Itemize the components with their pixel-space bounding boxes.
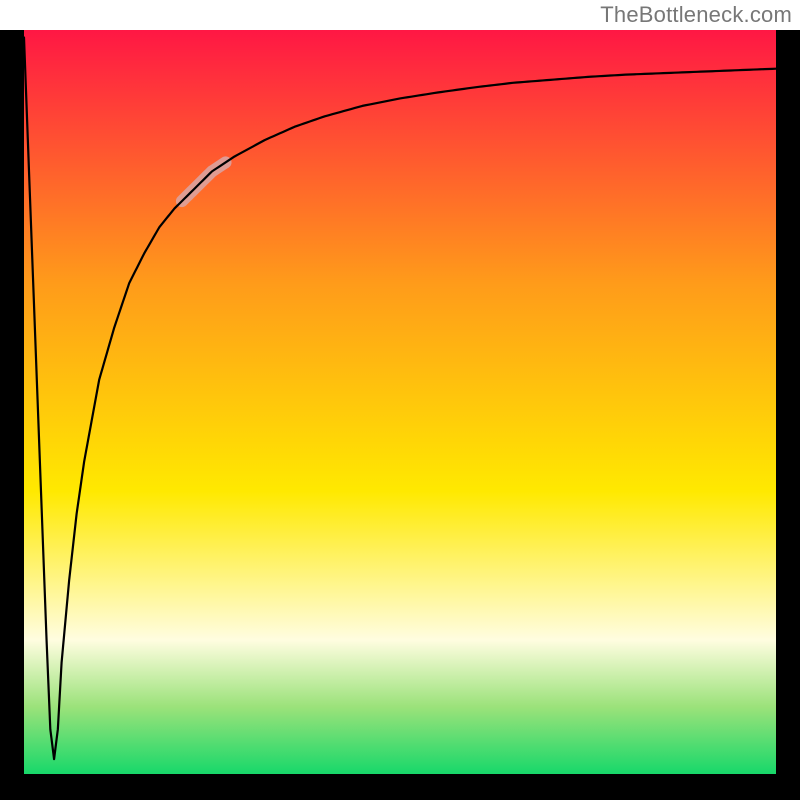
watermark-text: TheBottleneck.com bbox=[600, 2, 792, 28]
bottleneck-curve-chart bbox=[0, 0, 800, 800]
chart-stage: TheBottleneck.com bbox=[0, 0, 800, 800]
plot-area bbox=[24, 30, 776, 774]
